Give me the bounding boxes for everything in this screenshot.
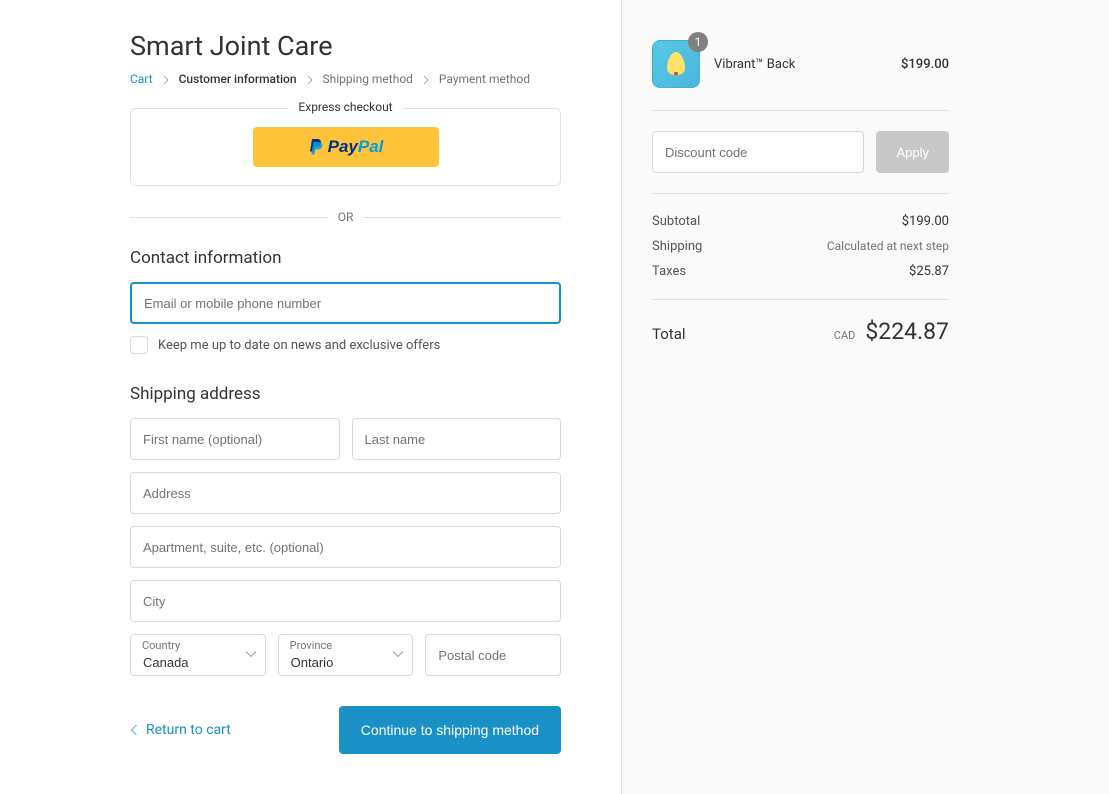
contact-information-title: Contact information <box>130 248 561 268</box>
chevron-right-icon <box>162 73 170 87</box>
or-separator: OR <box>130 210 561 224</box>
first-name-field[interactable] <box>130 418 340 460</box>
postal-code-field[interactable] <box>425 634 561 676</box>
total-amount: $224.87 <box>865 318 949 345</box>
email-field[interactable] <box>130 282 561 324</box>
subtotal-label: Subtotal <box>652 214 700 229</box>
currency-code: CAD <box>834 329 856 342</box>
shipping-value: Calculated at next step <box>827 239 949 254</box>
apply-discount-button[interactable]: Apply <box>876 131 949 173</box>
chevron-right-icon <box>422 73 430 87</box>
shipping-label: Shipping <box>652 239 702 254</box>
paypal-icon <box>308 139 324 160</box>
province-select-wrap: Province Ontario <box>278 634 414 676</box>
breadcrumb-payment-method: Payment method <box>439 72 530 86</box>
apartment-field[interactable] <box>130 526 561 568</box>
product-price: $199.00 <box>901 57 949 72</box>
return-to-cart-link[interactable]: Return to cart <box>130 722 231 738</box>
province-select[interactable]: Ontario <box>278 634 414 676</box>
breadcrumb: Cart Customer information Shipping metho… <box>130 72 561 86</box>
country-select[interactable]: Canada <box>130 634 266 676</box>
paypal-text-pay: Pay <box>328 137 358 156</box>
total-label: Total <box>652 325 686 343</box>
chevron-right-icon <box>306 73 314 87</box>
newsletter-label: Keep me up to date on news and exclusive… <box>158 338 440 353</box>
taxes-value: $25.87 <box>909 264 949 279</box>
continue-button[interactable]: Continue to shipping method <box>339 706 561 754</box>
paypal-text-pal: Pal <box>358 137 384 156</box>
paypal-button[interactable]: PayPal <box>253 127 439 167</box>
quantity-badge: 1 <box>688 32 708 52</box>
express-checkout-label: Express checkout <box>288 100 402 114</box>
breadcrumb-shipping-method: Shipping method <box>323 72 413 86</box>
taxes-label: Taxes <box>652 264 686 279</box>
newsletter-checkbox[interactable] <box>130 336 148 354</box>
line-item: 1 Vibrant™ Back $199.00 <box>652 40 949 111</box>
shipping-address-title: Shipping address <box>130 384 561 404</box>
express-checkout-box: Express checkout PayPal <box>130 108 561 186</box>
country-select-wrap: Country Canada <box>130 634 266 676</box>
subtotal-value: $199.00 <box>902 214 949 229</box>
last-name-field[interactable] <box>352 418 562 460</box>
address-field[interactable] <box>130 472 561 514</box>
breadcrumb-cart[interactable]: Cart <box>130 72 153 86</box>
discount-code-field[interactable] <box>652 131 864 173</box>
city-field[interactable] <box>130 580 561 622</box>
breadcrumb-customer-information: Customer information <box>179 72 297 86</box>
page-title: Smart Joint Care <box>130 30 561 62</box>
chevron-left-icon <box>130 725 140 735</box>
product-name: Vibrant™ Back <box>714 57 901 72</box>
